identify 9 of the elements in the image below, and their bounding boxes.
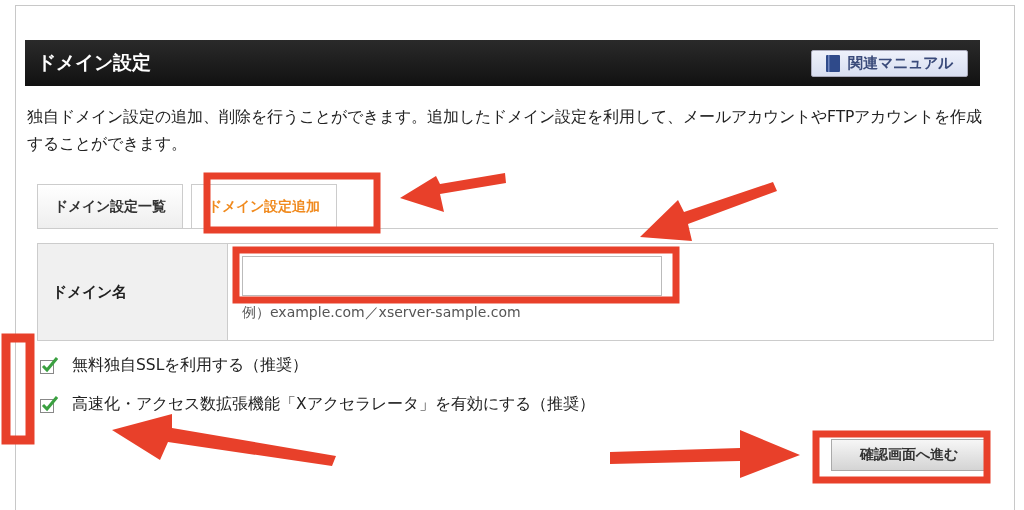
confirm-button[interactable]: 確認画面へ進む <box>831 439 986 472</box>
example-text: 例）example.com／xserver-sample.com <box>242 304 522 323</box>
description-text: 独自ドメイン設定の追加、削除を行うことができます。追加したドメイン設定を利用して、メールアカウントやFTPアカウントを作成することができます。 <box>27 107 984 156</box>
option-label: 無料独自SSLを利用する（推奨） <box>72 355 309 377</box>
field-label: ドメイン名 <box>38 244 228 341</box>
option-label: 高速化・アクセス数拡張機能「Xアクセラレータ」を有効にする（推奨） <box>72 394 595 416</box>
tab[interactable]: ドメイン設定一覧 <box>37 184 183 229</box>
manual-button[interactable]: 関連マニュアル <box>811 49 968 77</box>
page-title: ドメイン設定 <box>37 50 151 75</box>
